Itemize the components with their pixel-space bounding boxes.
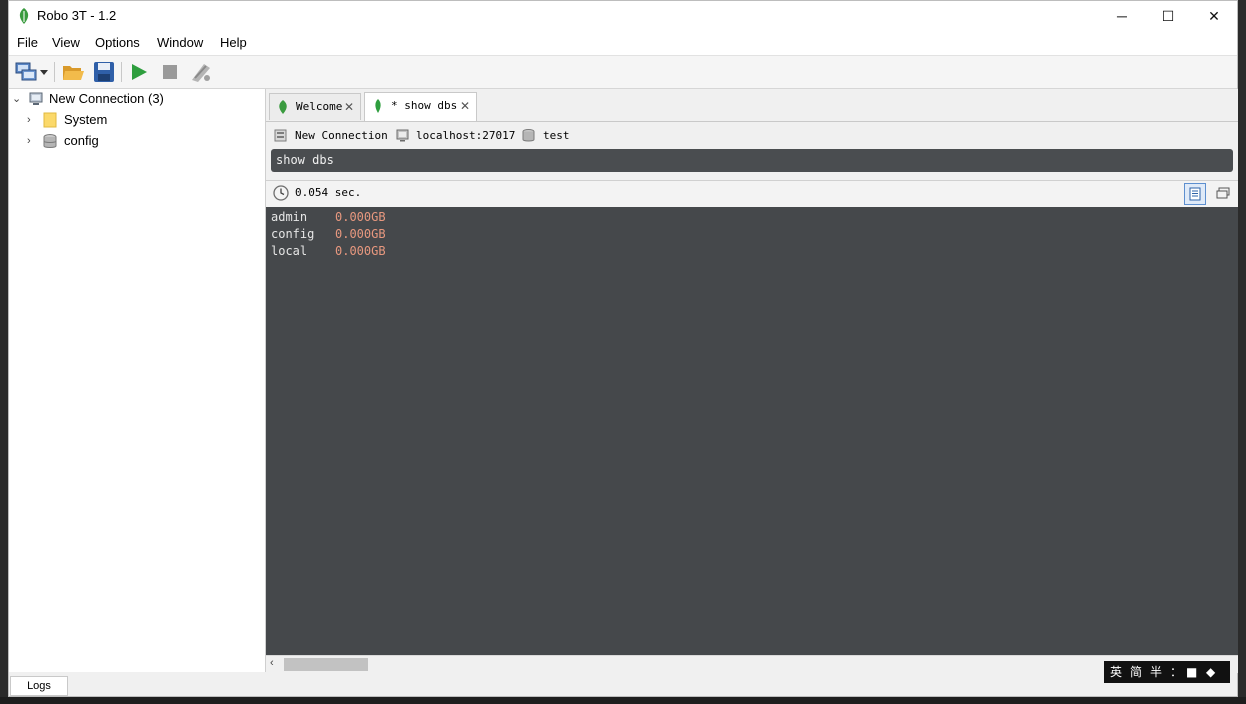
tree-label-system: System: [64, 112, 108, 127]
dropdown-arrow-icon[interactable]: [39, 60, 49, 84]
ime-toolbar[interactable]: 英 简 半 ： ■ ◆: [1104, 661, 1230, 683]
logs-tab[interactable]: Logs: [10, 676, 68, 696]
server-icon: [396, 129, 409, 142]
save-icon[interactable]: [92, 60, 116, 84]
context-connection: New Connection: [295, 129, 388, 142]
chevron-right-icon[interactable]: ›: [27, 110, 37, 126]
menu-file[interactable]: File: [17, 35, 38, 50]
open-icon[interactable]: [61, 60, 85, 84]
restore-window-icon: [1216, 187, 1230, 199]
menu-window[interactable]: Window: [157, 35, 203, 50]
context-database: test: [543, 129, 570, 142]
window-title: Robo 3T - 1.2: [37, 8, 117, 23]
query-editor[interactable]: show dbs: [271, 149, 1233, 172]
toolbar-separator: [54, 62, 55, 82]
connection-tree: ⌄ New Connection (3) › System › config: [9, 89, 266, 672]
connection-icon: [274, 129, 287, 142]
scroll-left-icon[interactable]: ‹: [270, 657, 274, 669]
ime-lang[interactable]: 英: [1110, 661, 1122, 683]
elapsed-time: 0.054 sec.: [295, 186, 362, 199]
database-icon: [43, 134, 57, 148]
tab-label: * show dbs: [391, 99, 458, 112]
execute-icon[interactable]: [127, 60, 151, 84]
result-row: admin 0.000GB: [271, 209, 386, 226]
format-icon[interactable]: [189, 60, 213, 84]
ime-halfwidth[interactable]: 半: [1150, 661, 1162, 683]
menu-options[interactable]: Options: [95, 35, 140, 50]
connect-icon[interactable]: [14, 60, 38, 84]
maximize-button[interactable]: ☐: [1145, 1, 1191, 31]
scrollbar-thumb[interactable]: [284, 658, 368, 671]
toolbar: [9, 56, 1237, 89]
folder-icon: [43, 112, 57, 128]
tab-welcome[interactable]: Welcome ✕: [269, 93, 361, 120]
db-size: 0.000GB: [335, 227, 386, 241]
ime-punct[interactable]: ：: [1170, 661, 1182, 683]
minimize-button[interactable]: ─: [1099, 1, 1145, 31]
tab-show-dbs[interactable]: * show dbs ✕: [364, 92, 477, 121]
text-view-icon: [1189, 187, 1201, 201]
toolbar-separator: [121, 62, 122, 82]
app-window: Robo 3T - 1.2 ─ ☐ ✕ File View Options Wi…: [8, 0, 1238, 697]
horizontal-scrollbar[interactable]: ‹: [266, 655, 1238, 673]
background-taskbar: [0, 697, 1246, 704]
ime-settings[interactable]: ◆: [1206, 661, 1215, 683]
stop-icon[interactable]: [158, 60, 182, 84]
menu-bar: File View Options Window Help: [9, 31, 1237, 56]
robo-app-icon: [19, 8, 29, 24]
robo-leaf-icon: [279, 100, 287, 114]
result-status-bar: 0.054 sec.: [266, 180, 1238, 208]
tab-bar: Welcome ✕ * show dbs ✕: [266, 89, 1238, 122]
chevron-right-icon[interactable]: ›: [27, 131, 37, 147]
computer-icon: [29, 92, 43, 105]
ime-simplified[interactable]: 简: [1130, 661, 1142, 683]
context-server: localhost:27017: [416, 129, 516, 142]
menu-help[interactable]: Help: [220, 35, 247, 50]
clock-icon: [273, 185, 289, 201]
chevron-down-icon[interactable]: ⌄: [12, 89, 22, 105]
db-size: 0.000GB: [335, 210, 386, 224]
db-name: config: [271, 227, 315, 241]
tree-label-config: config: [64, 133, 99, 148]
tree-item-connection[interactable]: ⌄ New Connection (3): [9, 89, 265, 109]
title-bar[interactable]: Robo 3T - 1.2 ─ ☐ ✕: [9, 1, 1237, 31]
db-name: admin: [271, 210, 308, 224]
query-context-bar: New Connection localhost:27017 test: [266, 125, 1238, 147]
db-size: 0.000GB: [335, 244, 386, 258]
tree-item-system[interactable]: › System: [9, 110, 265, 130]
close-tab-icon[interactable]: ✕: [344, 94, 354, 120]
close-tab-icon[interactable]: ✕: [460, 93, 470, 119]
mongo-leaf-icon: [375, 99, 381, 113]
result-row: config 0.000GB: [271, 226, 386, 243]
query-workspace: Welcome ✕ * show dbs ✕ New Connection lo…: [266, 89, 1238, 673]
text-mode-button[interactable]: [1184, 183, 1206, 205]
database-icon: [522, 129, 535, 142]
close-button[interactable]: ✕: [1191, 1, 1237, 31]
result-output[interactable]: admin 0.000GB config 0.000GB local 0.000GB: [266, 207, 1238, 655]
tab-label: Welcome: [296, 100, 343, 113]
tree-label-connection: New Connection (3): [49, 91, 164, 106]
menu-view[interactable]: View: [52, 35, 80, 50]
ime-keyboard[interactable]: ■: [1186, 661, 1197, 683]
tree-item-config[interactable]: › config: [9, 131, 265, 151]
db-name: local: [271, 244, 308, 258]
result-row: local 0.000GB: [271, 243, 386, 260]
maximize-result-button[interactable]: [1212, 183, 1234, 205]
